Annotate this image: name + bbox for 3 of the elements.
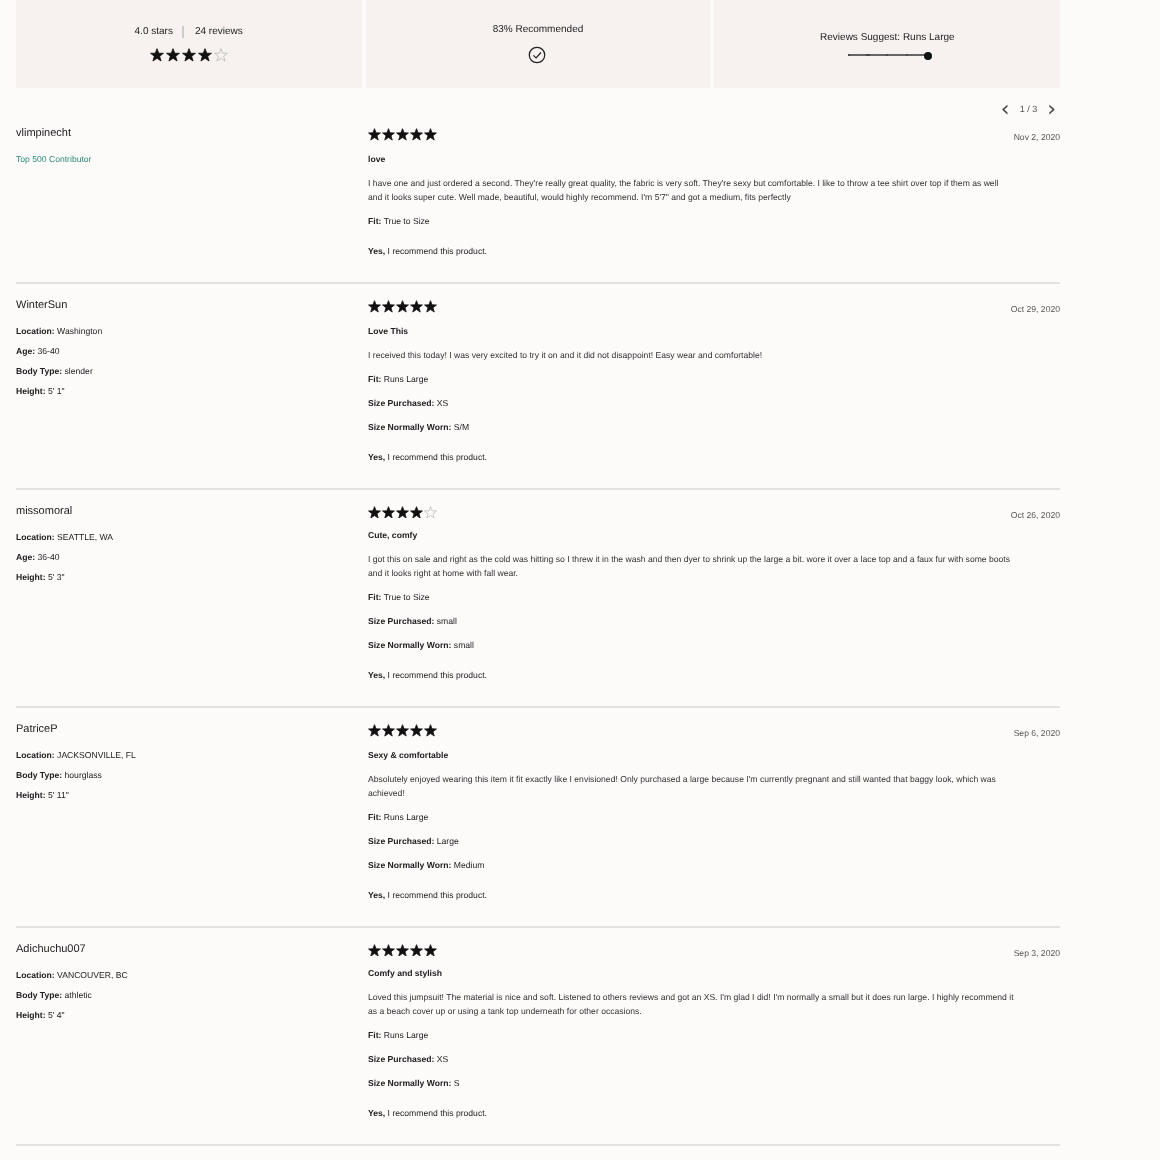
next-page-button[interactable]: › — [1047, 97, 1056, 119]
check-circle-icon — [528, 46, 547, 64]
previous-page-button[interactable]: ‹ — [1000, 97, 1010, 119]
